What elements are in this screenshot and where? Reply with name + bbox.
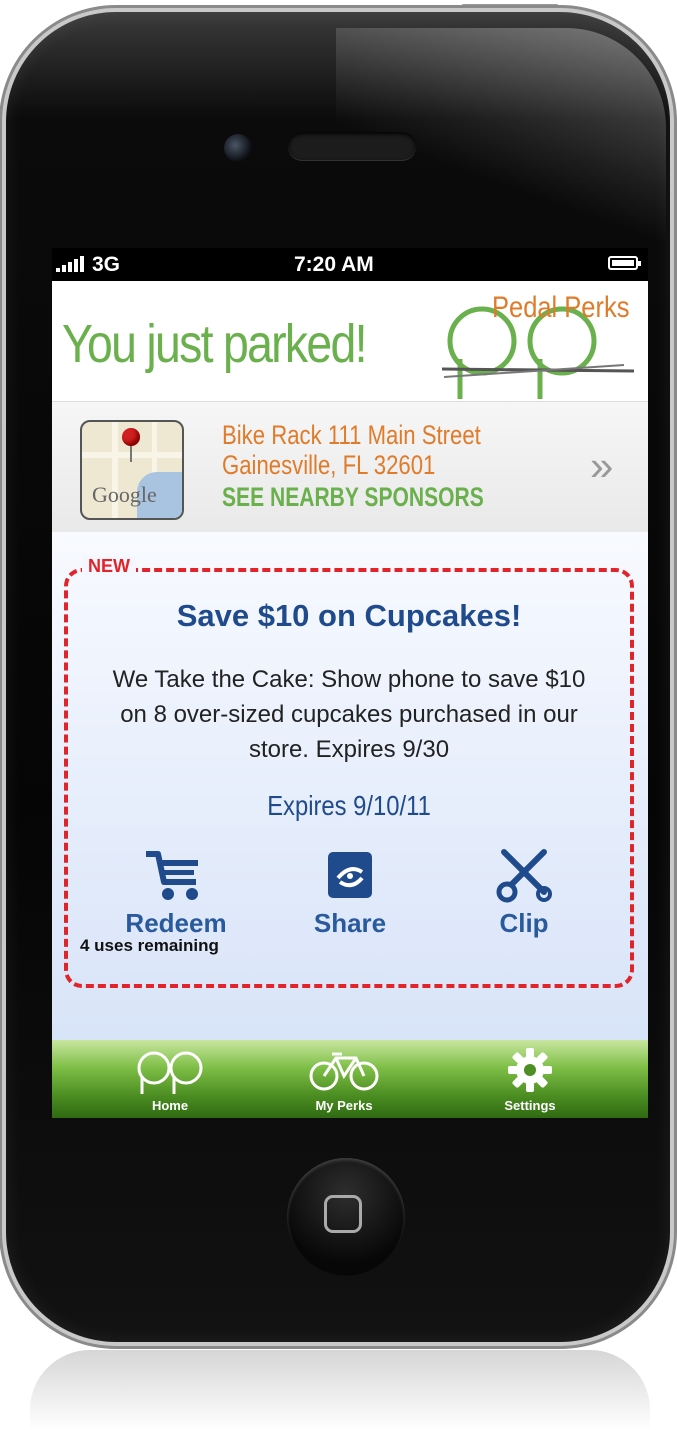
page-title: You just parked!	[62, 314, 368, 374]
map-pin-stick	[130, 444, 132, 462]
deal-title: Save $10 on Cupcakes!	[176, 598, 522, 633]
tab-settings[interactable]: Settings	[460, 1046, 600, 1113]
deal-expiry: Expires 9/10/11	[267, 790, 431, 821]
tab-my-perks[interactable]: My Perks	[274, 1046, 414, 1113]
earpiece-speaker	[288, 132, 416, 160]
chevron-right-icon[interactable]: »	[590, 442, 613, 490]
tab-bar: Home My Perks Settings	[52, 1040, 648, 1118]
redeem-button[interactable]: Redeem	[96, 848, 256, 939]
cart-icon	[146, 851, 198, 900]
map-pin-icon	[122, 428, 140, 446]
logo-text: Pedal Perks	[492, 291, 630, 324]
uses-remaining: 4 uses remaining	[80, 936, 219, 955]
tab-my-perks-label: My Perks	[315, 1098, 373, 1113]
gear-icon	[508, 1048, 552, 1092]
scissors-icon	[496, 849, 552, 903]
home-button[interactable]	[287, 1158, 405, 1276]
deal-description: We Take the Cake: Show phone to save $10…	[112, 666, 586, 763]
status-bar: 3G 7:20 AM	[52, 248, 648, 281]
network-type: 3G	[92, 253, 121, 276]
clip-button[interactable]: Clip	[444, 848, 604, 939]
deal-area: Save $10 on Cupcakes! We Take the Cake: …	[52, 532, 648, 1040]
share-button[interactable]: Share	[270, 848, 430, 939]
bicycle-icon	[309, 1052, 379, 1091]
map-label: Google	[92, 482, 157, 507]
app-screen: 3G 7:20 AM You just parked! Pedal Perks …	[52, 248, 648, 1118]
redeem-label: Redeem	[125, 908, 227, 938]
signal-strength-icon	[56, 256, 84, 272]
pedal-perks-logo-icon	[137, 1051, 203, 1094]
home-button-icon	[324, 1195, 362, 1233]
deal-card: Save $10 on Cupcakes! We Take the Cake: …	[64, 568, 634, 988]
status-time: 7:20 AM	[294, 253, 374, 276]
tab-home-label: Home	[151, 1098, 189, 1113]
location-city: Gainesville, FL 32601	[222, 450, 436, 480]
location-panel[interactable]: Google Bike Rack 111 Main Street Gainesv…	[52, 401, 648, 533]
front-camera	[224, 134, 252, 162]
nearby-sponsors-link[interactable]: SEE NEARBY SPONSORS	[222, 482, 484, 513]
app-header: You just parked! Pedal Perks	[52, 281, 648, 401]
battery-icon	[608, 256, 641, 270]
phone-reflection	[30, 1350, 650, 1430]
clip-label: Clip	[499, 908, 549, 938]
tab-settings-label: Settings	[504, 1098, 556, 1113]
share-label: Share	[313, 908, 387, 938]
tab-home[interactable]: Home	[100, 1046, 240, 1113]
location-address: Bike Rack 111 Main Street	[222, 420, 481, 450]
map-thumbnail[interactable]: Google	[80, 420, 184, 520]
share-icon	[328, 852, 372, 898]
new-badge: NEW	[82, 556, 136, 577]
